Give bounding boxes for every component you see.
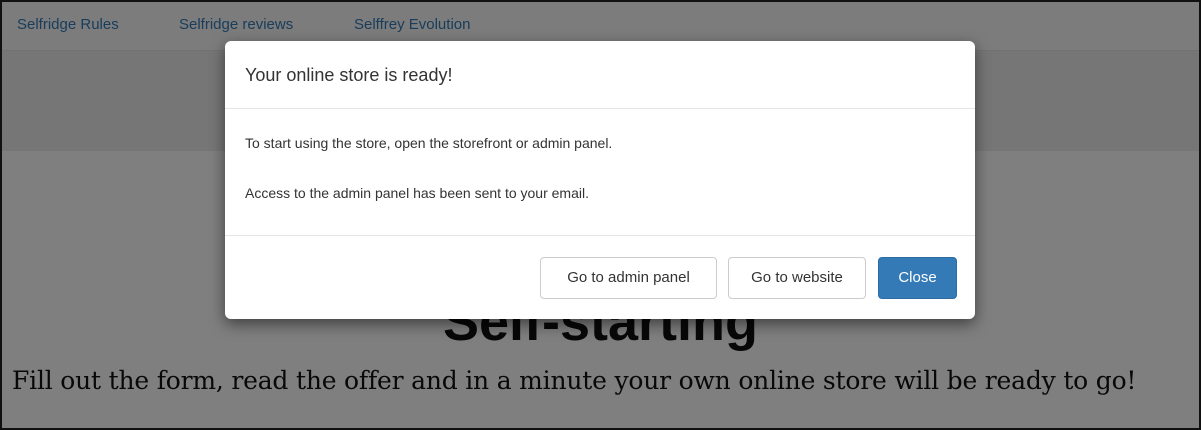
dialog-header: Your online store is ready! (225, 41, 975, 109)
dialog-body: To start using the store, open the store… (225, 109, 975, 236)
close-button[interactable]: Close (878, 257, 957, 299)
dialog-message-start: To start using the store, open the store… (245, 135, 613, 151)
go-to-website-button[interactable]: Go to website (728, 257, 866, 299)
store-ready-dialog: Your online store is ready! To start usi… (225, 41, 975, 319)
dialog-footer: Go to admin panel Go to website Close (225, 236, 975, 319)
go-to-admin-panel-button[interactable]: Go to admin panel (540, 257, 717, 299)
dialog-message-access: Access to the admin panel has been sent … (245, 185, 589, 201)
dialog-title: Your online store is ready! (245, 65, 453, 85)
